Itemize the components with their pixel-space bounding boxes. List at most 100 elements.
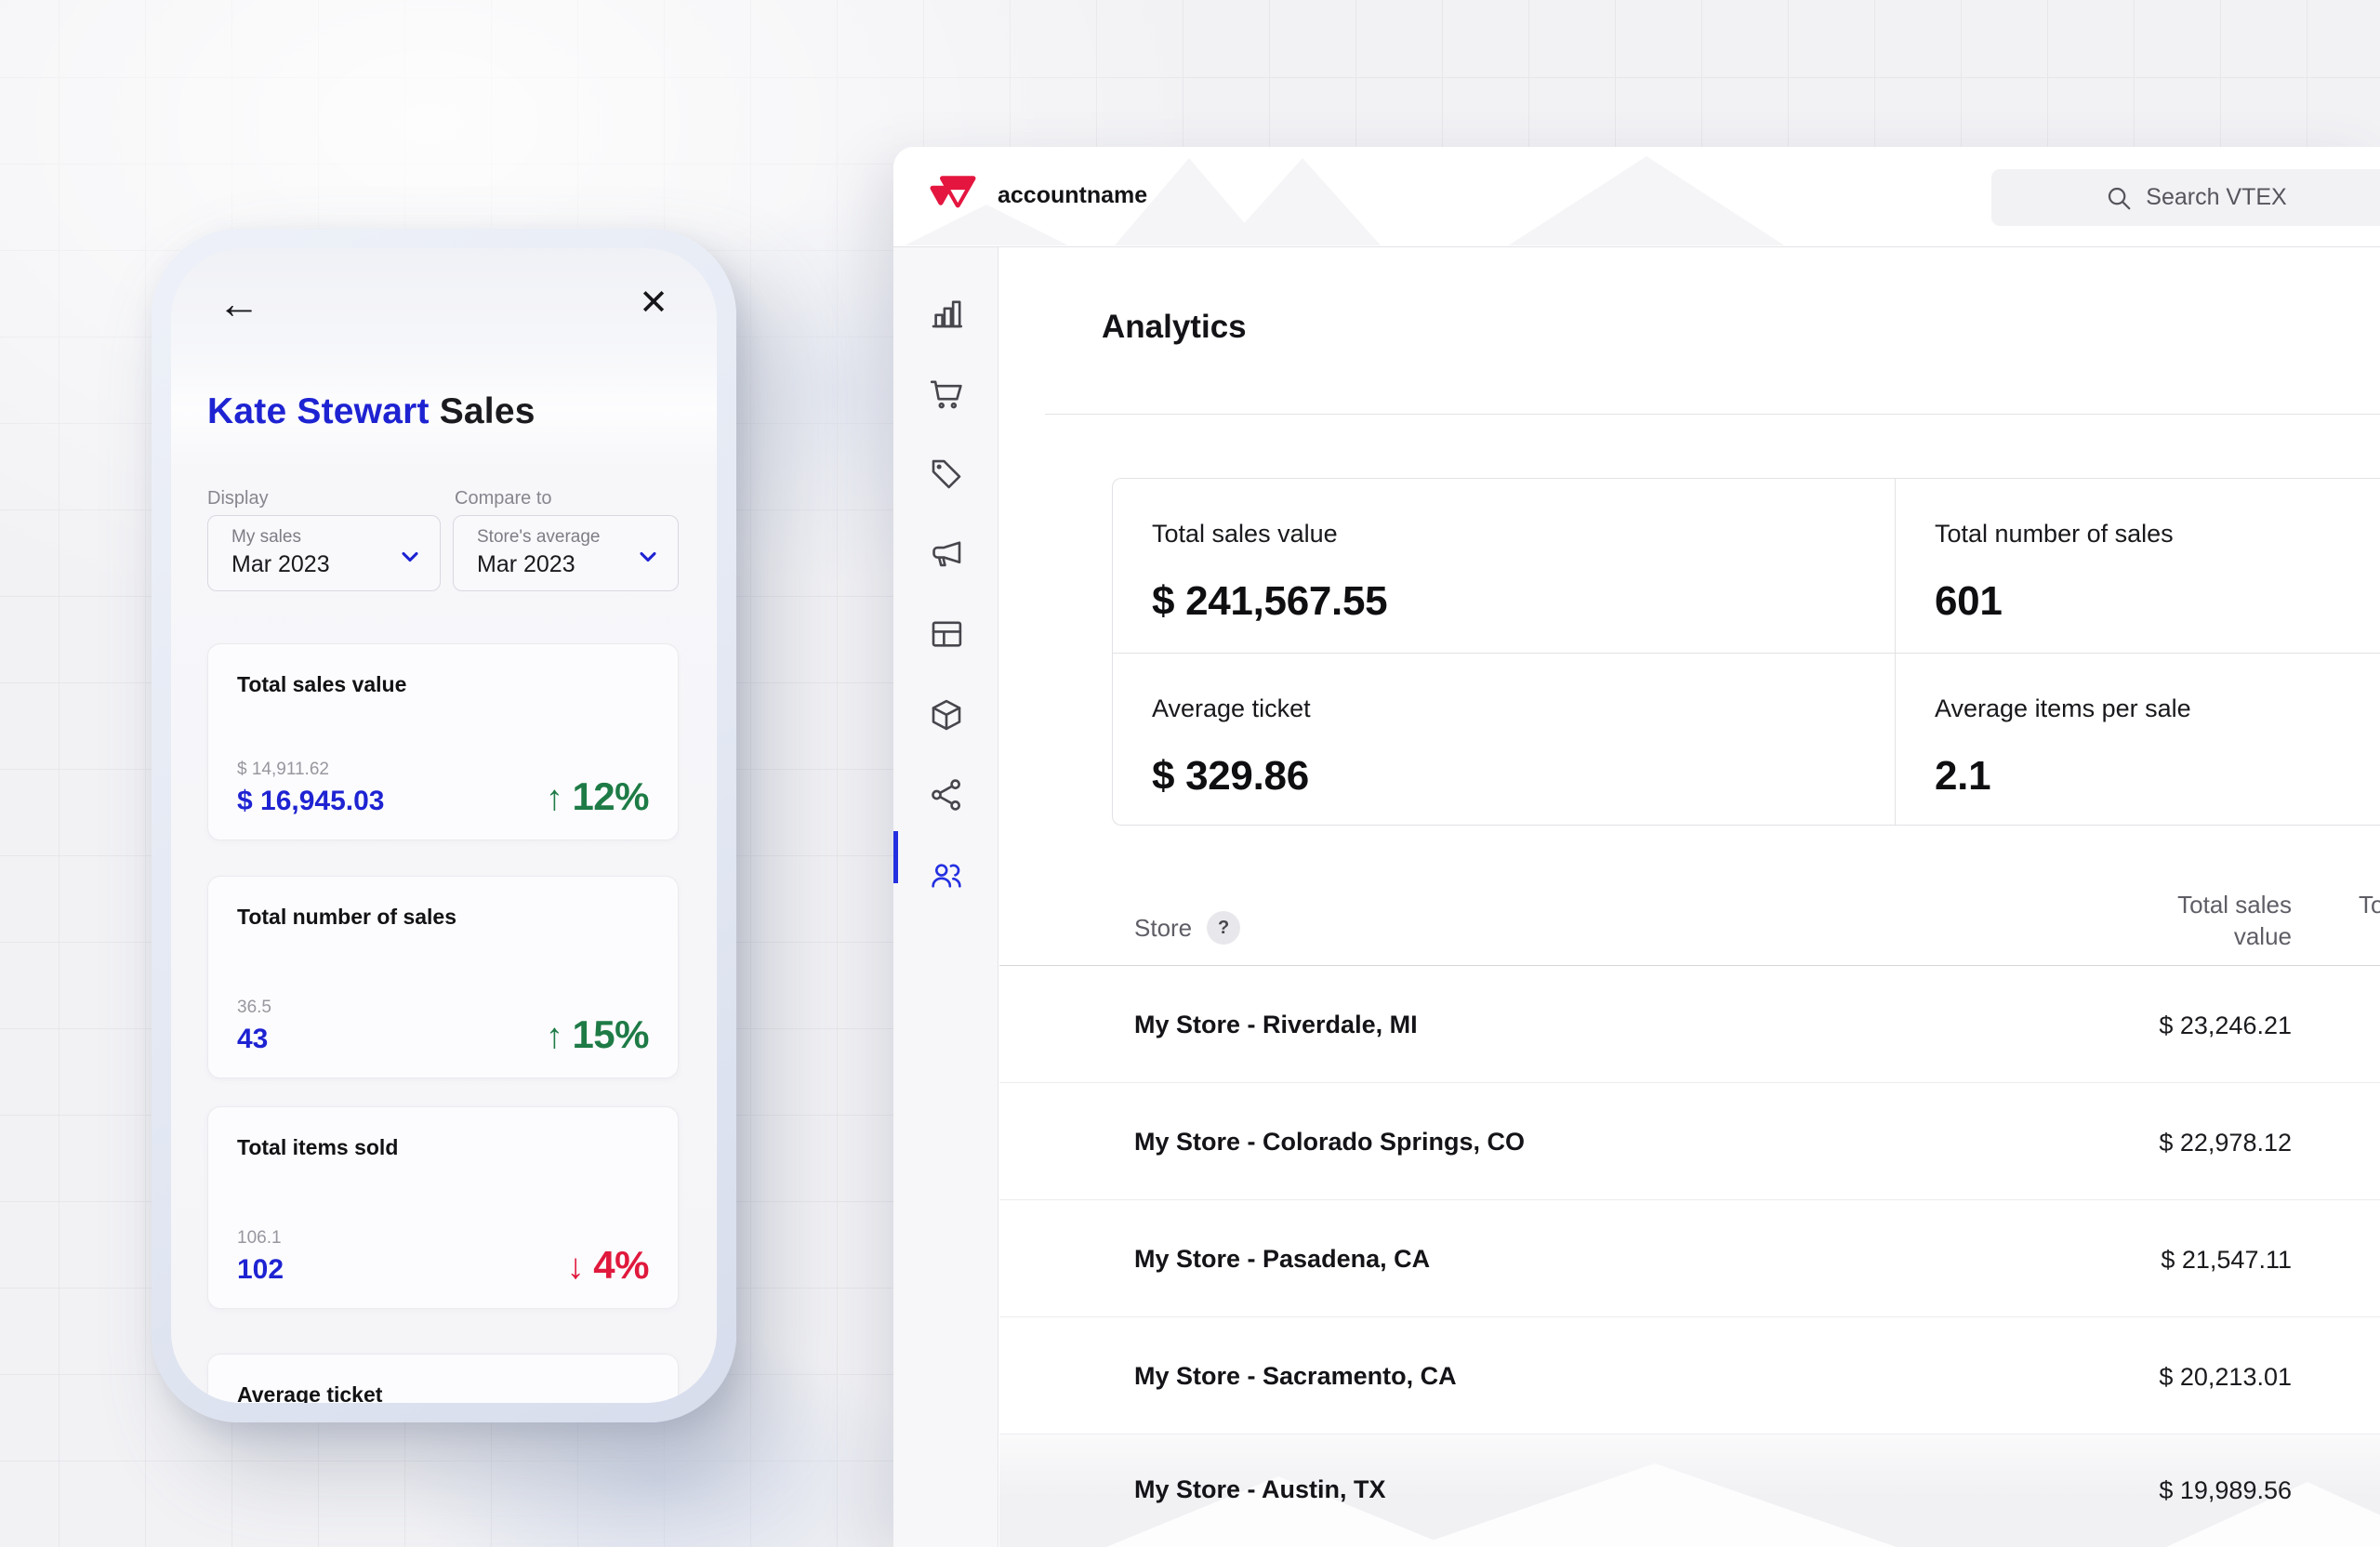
stat-value: $ 241,567.55: [1152, 578, 1895, 625]
metric-current-value: 102: [237, 1254, 284, 1286]
page-title-suffix: Sales: [430, 391, 536, 431]
metric-card-title: Average ticket: [237, 1382, 382, 1403]
page: ← ✕ Kate Stewart Sales Display Compare t…: [0, 0, 2380, 1547]
sidebar-item-marketing[interactable]: [927, 535, 966, 574]
arrow-up-icon: ↑: [546, 1017, 563, 1056]
metric-card-total-number-of-sales: Total number of sales 36.5 43 ↑15%: [207, 876, 679, 1078]
tag-icon: [927, 455, 966, 494]
bar-chart-icon: [927, 294, 966, 333]
analytics-page: Analytics Total sales value $ 241,567.55…: [999, 247, 2380, 1547]
sidebar-item-promotions[interactable]: [927, 455, 966, 494]
metric-card-total-sales-value: Total sales value $ 14,911.62 $ 16,945.0…: [207, 643, 679, 840]
account-name[interactable]: accountname: [998, 182, 1147, 209]
store-total-sales-value: $ 20,213.01: [2159, 1363, 2292, 1392]
sidebar-item-storefront[interactable]: [927, 615, 966, 654]
sidebar: [893, 247, 998, 1547]
vtex-logo[interactable]: [927, 171, 979, 223]
stat-value: 601: [1935, 578, 2380, 625]
table-header: Store ? Total sales value Total number o…: [999, 887, 2380, 966]
stat-label: Total number of sales: [1935, 520, 2380, 549]
metric-delta: ↑15%: [546, 1012, 649, 1057]
page-title: Kate Stewart Sales: [207, 391, 536, 432]
search-placeholder: Search VTEX: [2146, 184, 2286, 211]
stat-total-sales-value: Total sales value $ 241,567.55: [1113, 479, 1895, 653]
display-select-value: Mar 2023: [231, 551, 330, 578]
store-name: My Store - Austin, TX: [1134, 1475, 1386, 1504]
store-name: My Store - Riverdale, MI: [1134, 1011, 1418, 1039]
salesperson-name: Kate Stewart: [207, 391, 430, 431]
store-name: My Store - Pasadena, CA: [1134, 1245, 1430, 1274]
metric-previous-value: 106.1: [237, 1228, 282, 1249]
metric-card-total-items-sold: Total items sold 106.1 102 ↓4%: [207, 1106, 679, 1309]
share-network-icon: [927, 775, 966, 814]
phone-topbar: ← ✕: [171, 248, 717, 374]
search-input[interactable]: Search VTEX: [1991, 169, 2380, 226]
metric-previous-value: 36.5: [237, 998, 271, 1018]
search-icon: [2105, 184, 2133, 212]
metric-card-title: Total number of sales: [237, 905, 456, 930]
metric-card-title: Total items sold: [237, 1135, 398, 1160]
column-header-total-number-of-sales: Total number of sales: [2359, 889, 2380, 920]
layout-icon: [927, 615, 966, 654]
store-total-sales-value: $ 23,246.21: [2159, 1012, 2292, 1040]
stat-average-items-per-sale: Average items per sale 2.1: [1895, 653, 2380, 825]
back-icon[interactable]: ←: [218, 282, 260, 324]
arrow-down-icon: ↓: [567, 1248, 585, 1287]
table-row[interactable]: My Store - Sacramento, CA $ 20,213.01: [999, 1317, 2380, 1435]
store-total-sales-value: $ 21,547.11: [2161, 1246, 2292, 1275]
metric-current-value: 43: [237, 1024, 268, 1055]
divider: [1045, 414, 2380, 415]
store-total-sales-value: $ 19,989.56: [2159, 1476, 2292, 1505]
display-select[interactable]: My sales Mar 2023: [207, 515, 441, 591]
admin-topbar: accountname Search VTEX: [893, 147, 2380, 247]
metric-delta-percent: 15%: [572, 1012, 649, 1056]
table-row[interactable]: My Store - Pasadena, CA $ 21,547.11: [999, 1200, 2380, 1317]
column-header-store: Store ?: [1134, 911, 1240, 945]
store-name: My Store - Sacramento, CA: [1134, 1362, 1457, 1391]
sidebar-item-catalog[interactable]: [927, 695, 966, 734]
store-name: My Store - Colorado Springs, CO: [1134, 1128, 1525, 1157]
display-filter-label: Display: [207, 488, 269, 509]
close-icon[interactable]: ✕: [639, 285, 668, 321]
stat-label: Total sales value: [1152, 520, 1895, 549]
box-icon: [927, 695, 966, 734]
compare-select-option: Store's average: [477, 527, 600, 548]
table-row[interactable]: My Store - Austin, TX $ 19,989.56: [999, 1435, 2380, 1546]
metric-delta-percent: 4%: [593, 1243, 649, 1287]
metric-delta: ↓4%: [567, 1243, 649, 1288]
compare-select[interactable]: Store's average Mar 2023: [453, 515, 679, 591]
stat-value: $ 329.86: [1152, 753, 1895, 800]
megaphone-icon: [927, 535, 966, 574]
metric-previous-value: $ 14,911.62: [237, 760, 329, 780]
phone-screen: ← ✕ Kate Stewart Sales Display Compare t…: [171, 248, 717, 1403]
sidebar-item-integrations[interactable]: [927, 775, 966, 814]
help-icon[interactable]: ?: [1207, 911, 1240, 945]
page-title: Analytics: [1102, 309, 1247, 346]
metric-card-title: Total sales value: [237, 672, 406, 697]
stat-value: 2.1: [1935, 753, 2380, 800]
sidebar-item-orders[interactable]: [927, 374, 966, 413]
display-select-option: My sales: [231, 527, 301, 548]
compare-select-value: Mar 2023: [477, 551, 575, 578]
column-header-total-sales-value: Total sales value: [2124, 889, 2292, 953]
stat-label: Average items per sale: [1935, 694, 2380, 723]
sidebar-item-analytics[interactable]: [927, 294, 966, 333]
metric-current-value: $ 16,945.03: [237, 786, 384, 817]
admin-window: accountname Search VTEX: [893, 147, 2380, 1547]
stat-total-number-of-sales: Total number of sales 601: [1895, 479, 2380, 653]
chevron-down-icon: [397, 544, 423, 575]
table-row[interactable]: My Store - Riverdale, MI $ 23,246.21: [999, 966, 2380, 1083]
phone-mockup: ← ✕ Kate Stewart Sales Display Compare t…: [152, 229, 736, 1422]
stat-label: Average ticket: [1152, 694, 1895, 723]
compare-filter-label: Compare to: [455, 488, 552, 509]
sidebar-item-users[interactable]: [927, 855, 966, 894]
users-icon: [927, 855, 966, 894]
stores-table: Store ? Total sales value Total number o…: [999, 887, 2380, 1547]
metric-card-average-ticket: Average ticket: [207, 1354, 679, 1403]
arrow-up-icon: ↑: [546, 779, 563, 818]
metric-delta-percent: 12%: [572, 774, 649, 818]
store-total-sales-value: $ 22,978.12: [2159, 1129, 2292, 1157]
stat-average-ticket: Average ticket $ 329.86: [1113, 653, 1895, 825]
stats-summary: Total sales value $ 241,567.55 Total num…: [1112, 478, 2380, 826]
table-row[interactable]: My Store - Colorado Springs, CO $ 22,978…: [999, 1083, 2380, 1200]
